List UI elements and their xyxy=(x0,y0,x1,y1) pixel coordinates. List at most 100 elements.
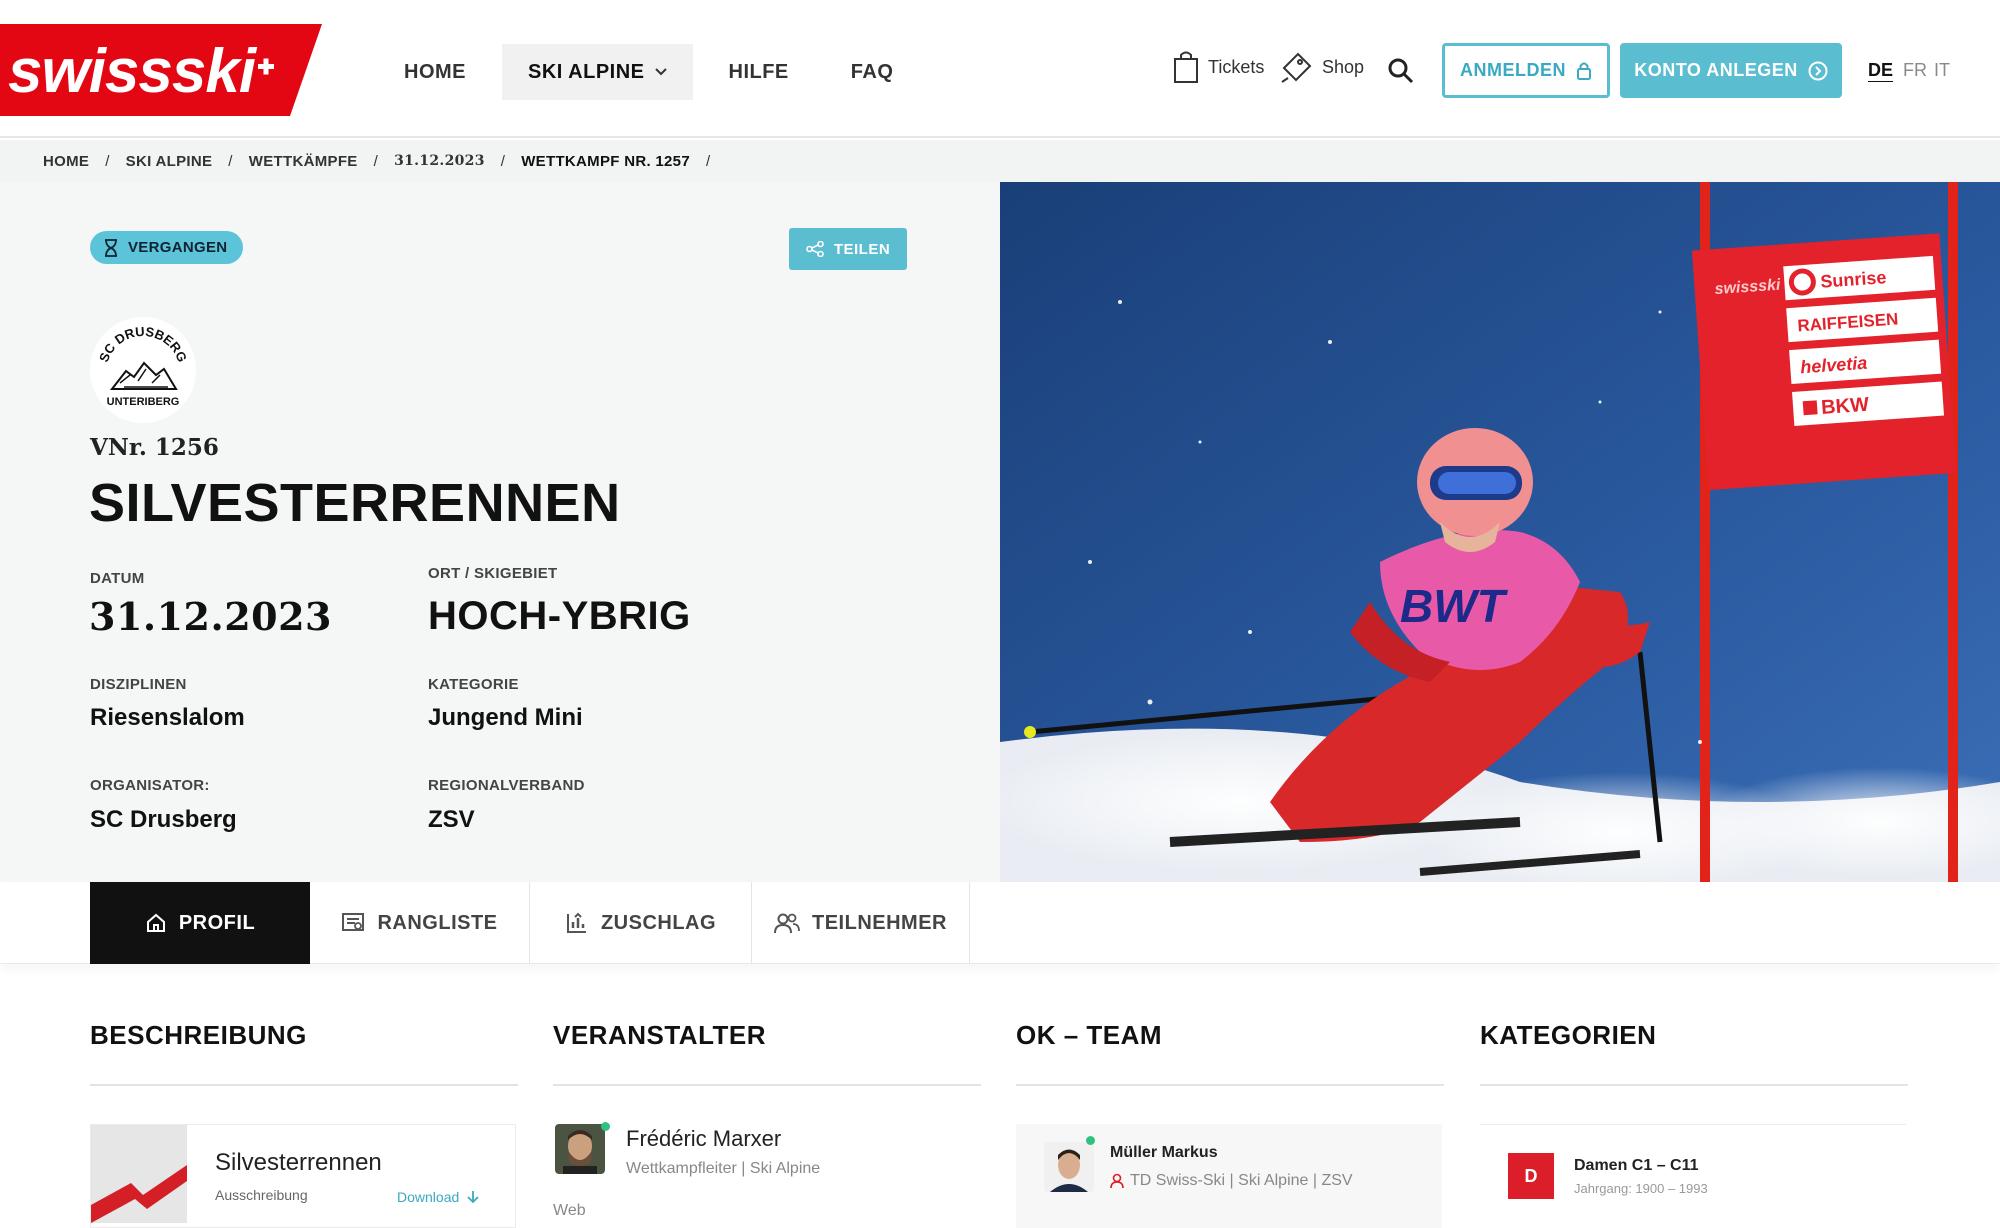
club-logo: SC DRUSBERG UNTERIBERG xyxy=(90,317,196,423)
nav-hilfe[interactable]: HILFE xyxy=(703,44,815,100)
tab-zuschlag[interactable]: ZUSCHLAG xyxy=(530,882,752,964)
status-badge: VERGANGEN xyxy=(90,231,244,264)
event-tabs: PROFIL RANGLISTE ZUSCHLAG TEILNEHMER xyxy=(0,882,2000,964)
swissski-logo[interactable]: swissski xyxy=(0,24,322,116)
team-member-role: TD Swiss-Ski | Ski Alpine | ZSV xyxy=(1130,1172,1353,1189)
share-button[interactable]: TEILEN xyxy=(789,228,907,270)
category-badge: D xyxy=(1508,1153,1554,1199)
team-member-avatar xyxy=(1044,1142,1094,1192)
hero-ski-racer-image: swissski Sunrise RAIFFEISEN helvetia BKW… xyxy=(1000,182,2000,882)
shop-label: Shop xyxy=(1322,56,1365,77)
breadcrumb-ski-alpine[interactable]: SKI ALPINE xyxy=(126,153,213,170)
nav-ski-alpine[interactable]: SKI ALPINE xyxy=(502,44,693,100)
organizer-web-label: Web xyxy=(553,1202,586,1219)
breadcrumb-current: WETTKAMPF NR. 1257 xyxy=(521,152,690,170)
create-account-button[interactable]: KONTO ANLEGEN xyxy=(1620,43,1842,98)
nav-hilfe-label: HILFE xyxy=(728,60,789,83)
section-title-beschreibung: BESCHREIBUNG xyxy=(90,1020,307,1050)
download-label: Download xyxy=(397,1189,460,1205)
organizer-name: Frédéric Marxer xyxy=(626,1126,782,1151)
arrow-circle-right-icon xyxy=(1808,61,1828,80)
breadcrumb-separator: / xyxy=(228,152,233,170)
lock-icon xyxy=(1577,62,1591,80)
ranking-list-icon xyxy=(342,913,365,931)
nav-ski-alpine-label: SKI ALPINE xyxy=(528,60,645,83)
ski-shop-icon xyxy=(1281,52,1312,83)
divider xyxy=(1016,1084,1444,1086)
tab-rangliste[interactable]: RANGLISTE xyxy=(310,882,530,964)
banner-bkw: BKW xyxy=(1820,394,1869,419)
category-years: Jahrgang: 1900 – 1993 xyxy=(1574,1181,1708,1196)
category-name: Damen C1 – C11 xyxy=(1574,1157,1699,1174)
breadcrumb-separator: / xyxy=(373,152,379,170)
team-member-card[interactable]: Müller Markus TD Swiss-Ski | Ski Alpine … xyxy=(1016,1124,1442,1228)
club-logo-text-bottom: UNTERIBERG xyxy=(107,396,180,408)
shop-link[interactable]: Shop xyxy=(1280,50,1364,84)
document-title: Silvesterrennen xyxy=(215,1149,382,1176)
download-icon xyxy=(467,1191,479,1204)
bib-text: BWT xyxy=(1400,580,1509,632)
share-label: TEILEN xyxy=(833,240,891,258)
team-member-name: Müller Markus xyxy=(1110,1144,1218,1161)
event-info-panel: VERGANGEN TEILEN SC DRUSBERG UNTERIBERG … xyxy=(0,182,1000,882)
tab-teilnehmer[interactable]: TEILNEHMER xyxy=(752,882,970,964)
event-date: 31.12.2023 xyxy=(89,594,332,639)
tickets-link[interactable]: Tickets xyxy=(1172,50,1264,84)
disciplines-label: DISZIPLINEN xyxy=(90,676,187,693)
share-icon xyxy=(806,241,824,257)
tickets-label: Tickets xyxy=(1208,56,1265,77)
tab-profil[interactable]: PROFIL xyxy=(90,882,310,964)
tab-zuschlag-label: ZUSCHLAG xyxy=(600,911,717,934)
breadcrumb-wettkaempfe[interactable]: WETTKÄMPFE xyxy=(249,153,358,170)
main-nav: HOME SKI ALPINE HILFE FAQ xyxy=(378,44,929,100)
category-label: KATEGORIE xyxy=(428,676,519,693)
event-organizer: SC Drusberg xyxy=(90,806,237,833)
breadcrumb-separator: / xyxy=(705,152,711,170)
search-icon[interactable] xyxy=(1388,58,1414,84)
document-card[interactable]: Silvesterrennen Ausschreibung Download xyxy=(90,1124,516,1228)
event-region: ZSV xyxy=(428,806,475,833)
shopping-bag-icon xyxy=(1174,51,1198,83)
date-label: DATUM xyxy=(90,570,145,587)
breadcrumb-separator: / xyxy=(105,152,110,170)
location-label: ORT / SKIGEBIET xyxy=(428,565,558,582)
event-title: SILVESTERRENNEN xyxy=(89,473,621,533)
create-account-label: KONTO ANLEGEN xyxy=(1634,60,1798,80)
users-icon xyxy=(774,913,800,934)
tab-teilnehmer-label: TEILNEHMER xyxy=(812,911,947,934)
login-label: ANMELDEN xyxy=(1460,60,1566,80)
status-badge-label: VERGANGEN xyxy=(128,239,228,256)
event-disciplines: Riesenslalom xyxy=(90,704,245,731)
lang-fr[interactable]: FR xyxy=(1903,60,1927,81)
team-member-role-row: TD Swiss-Ski | Ski Alpine | ZSV xyxy=(1110,1172,1353,1190)
logo-text: swissski xyxy=(8,37,258,106)
chevron-down-icon xyxy=(654,68,667,76)
lang-de[interactable]: DE xyxy=(1868,60,1893,81)
chart-up-icon xyxy=(566,912,586,933)
online-status-dot xyxy=(601,1122,610,1131)
online-status-dot xyxy=(1086,1136,1095,1145)
breadcrumb-date[interactable]: 31.12.2023 xyxy=(394,153,485,169)
divider xyxy=(1480,1084,1908,1086)
section-title-kategorien: KATEGORIEN xyxy=(1480,1020,1657,1050)
section-title-ok-team: OK – TEAM xyxy=(1016,1020,1163,1050)
region-label: REGIONALVERBAND xyxy=(428,777,585,794)
tab-rangliste-label: RANGLISTE xyxy=(377,911,498,934)
breadcrumb-separator: / xyxy=(500,152,506,170)
login-button[interactable]: ANMELDEN xyxy=(1442,43,1610,98)
nav-home[interactable]: HOME xyxy=(378,44,492,100)
lang-it[interactable]: IT xyxy=(1934,60,1950,81)
divider xyxy=(553,1084,981,1086)
person-icon xyxy=(1110,1173,1124,1189)
breadcrumb: HOME / SKI ALPINE / WETTKÄMPFE / 31.12.2… xyxy=(0,140,2000,182)
organizer-avatar xyxy=(555,1124,605,1174)
hourglass-icon xyxy=(105,238,117,257)
event-location: HOCH-YBRIG xyxy=(428,594,691,638)
site-header: swissski HOME SKI ALPINE HILFE FAQ Ticke… xyxy=(0,0,2000,138)
breadcrumb-home[interactable]: HOME xyxy=(43,153,89,170)
download-link[interactable]: Download xyxy=(397,1189,479,1205)
event-number: VNr. 1256 xyxy=(90,434,219,461)
nav-faq[interactable]: FAQ xyxy=(825,44,920,100)
category-card[interactable]: D Damen C1 – C11 Jahrgang: 1900 – 1993 xyxy=(1480,1124,1906,1228)
divider xyxy=(90,1084,518,1086)
